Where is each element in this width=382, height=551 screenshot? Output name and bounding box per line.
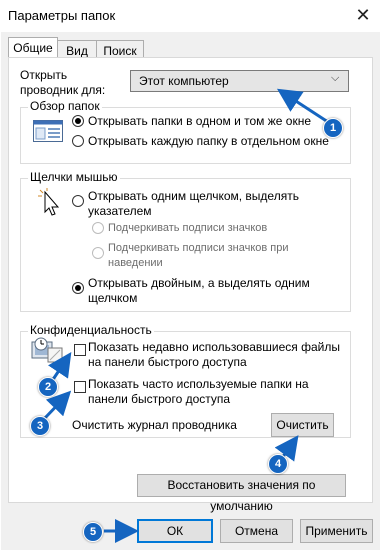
separate-window-label: Открывать каждую папку в отдельном окне — [88, 134, 329, 148]
annotation-badge-1: 1 — [323, 118, 343, 138]
frequent-folders-label: Показать часто используемые папки на пан… — [88, 377, 309, 406]
radio-same-window[interactable] — [72, 115, 84, 127]
privacy-clock-icon — [30, 336, 64, 364]
radio-single-click[interactable] — [72, 195, 84, 207]
recent-files-label: Показать недавно использовавшиеся файлы … — [88, 340, 340, 369]
underline-always-label: Подчеркивать подписи значков — [108, 222, 268, 234]
annotation-badge-4: 4 — [268, 454, 288, 474]
radio-separate-window[interactable] — [72, 135, 84, 147]
browse-folders-title: Обзор папок — [28, 99, 102, 113]
window-title: Параметры папок — [8, 8, 116, 23]
radio-underline-always[interactable] — [92, 222, 104, 234]
open-explorer-label: Открыть проводник для: — [20, 68, 106, 97]
close-icon[interactable]: ✕ — [351, 4, 375, 28]
radio-double-click[interactable] — [72, 282, 84, 294]
open-explorer-select[interactable]: Этот компьютер ⌵ — [130, 70, 349, 92]
apply-button[interactable]: Применить — [300, 519, 373, 543]
chevron-down-icon: ⌵ — [331, 72, 340, 84]
double-click-label: Открывать двойным, а выделять одним щелч… — [88, 276, 310, 305]
annotation-badge-5: 5 — [83, 522, 103, 542]
open-explorer-value: Этот компьютер — [139, 74, 229, 88]
underline-hover-label: Подчеркивать подписи значков при наведен… — [108, 242, 289, 269]
mouse-pointer-icon — [36, 188, 62, 218]
mouse-clicks-title: Щелчки мышью — [28, 170, 120, 184]
clear-history-label: Очистить журнал проводника — [72, 418, 237, 432]
ok-button[interactable]: ОК — [137, 519, 213, 543]
radio-underline-hover[interactable] — [92, 247, 104, 259]
restore-defaults-button[interactable]: Восстановить значения по умолчанию — [137, 474, 346, 513]
annotation-badge-2: 2 — [38, 377, 58, 397]
clear-button[interactable]: Очистить — [271, 413, 334, 437]
checkbox-frequent-folders[interactable] — [74, 381, 86, 393]
folder-window-icon — [33, 120, 63, 142]
annotation-badge-3: 3 — [30, 416, 50, 436]
checkbox-recent-files[interactable] — [74, 344, 86, 356]
cancel-button[interactable]: Отмена — [220, 519, 293, 543]
privacy-title: Конфиденциальность — [28, 323, 154, 337]
same-window-label: Открывать папки в одном и том же окне — [88, 114, 311, 128]
single-click-label: Открывать одним щелчком, выделять указат… — [88, 189, 299, 218]
